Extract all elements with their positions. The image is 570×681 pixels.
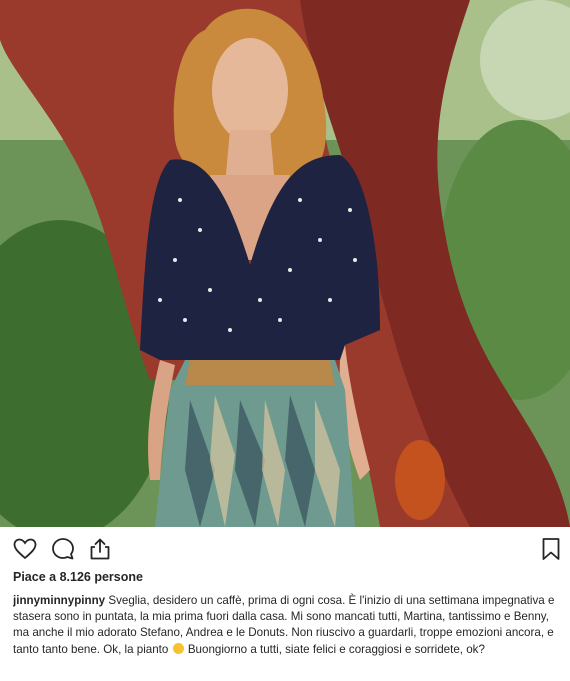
- smiling-face-emoji-icon: [172, 642, 184, 654]
- comment-icon[interactable]: [50, 536, 76, 562]
- caption-text-end: Buongiorno a tutti, siate felici e corag…: [187, 642, 485, 656]
- post-actions-bar: [0, 530, 570, 568]
- post-caption: jinnyminnypinny Sveglia, desidero un caf…: [13, 593, 561, 681]
- likes-count[interactable]: Piace a 8.126 persone: [13, 570, 143, 584]
- caption-username[interactable]: jinnyminnypinny: [13, 594, 105, 607]
- post-photo-illustration: [0, 0, 570, 527]
- bookmark-icon[interactable]: [538, 536, 564, 562]
- heart-icon[interactable]: [12, 536, 38, 562]
- share-icon[interactable]: [87, 536, 113, 562]
- post-photo[interactable]: [0, 0, 570, 527]
